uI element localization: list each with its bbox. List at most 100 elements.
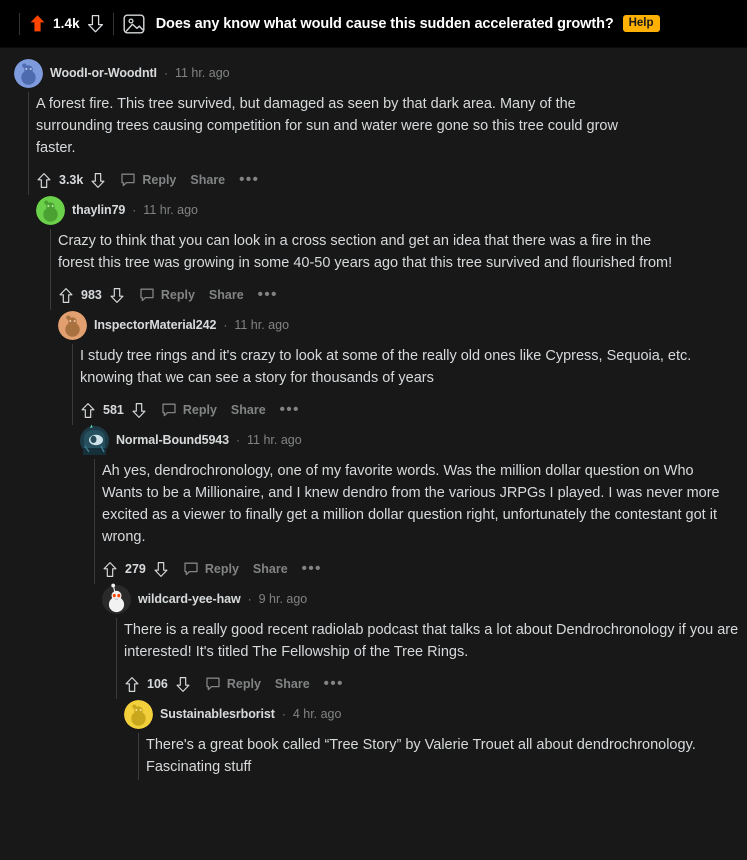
speech-bubble-icon xyxy=(139,287,155,303)
reply-button[interactable]: Reply xyxy=(205,676,261,692)
arrow-up-outline-icon[interactable] xyxy=(80,402,96,419)
comment-body: I study tree rings and it's crazy to loo… xyxy=(80,348,692,386)
post-vote-count: 1.4k xyxy=(53,16,80,31)
arrow-down-outline-icon[interactable] xyxy=(87,14,104,33)
comment-header: wildcard-yee-haw · 9 hr. ago xyxy=(102,583,747,614)
comment-score: 581 xyxy=(103,403,124,417)
share-button[interactable]: Share xyxy=(190,173,225,187)
comment-header: InspectorMaterial242 · 11 hr. ago xyxy=(58,310,747,340)
thread-line[interactable] xyxy=(138,733,139,780)
comment-timestamp: 11 hr. ago xyxy=(247,433,302,447)
speech-bubble-icon xyxy=(183,561,199,577)
meta-separator: · xyxy=(236,433,241,447)
speech-bubble-icon xyxy=(161,402,177,418)
share-label: Share xyxy=(208,288,244,302)
comment-timestamp: 11 hr. ago xyxy=(143,203,198,217)
comment-action-bar: 3.3k Reply Share ••• xyxy=(36,165,747,195)
reply-button[interactable]: Reply xyxy=(161,402,217,418)
share-button[interactable]: Share xyxy=(209,288,244,302)
comment-author[interactable]: InspectorMaterial242 xyxy=(94,318,216,332)
comment-action-bar: 983 Reply Share ••• xyxy=(58,280,747,310)
share-button[interactable]: Share xyxy=(275,677,310,691)
reply-label: Reply xyxy=(204,562,239,576)
meta-separator: · xyxy=(247,592,252,606)
comment-author[interactable]: WoodI-or-WoodntI xyxy=(50,66,157,80)
comment-timestamp: 11 hr. ago xyxy=(174,66,230,80)
post-flair-badge[interactable]: Help xyxy=(622,15,660,32)
share-label: Share xyxy=(190,173,226,187)
comment-score: 3.3k xyxy=(59,173,84,187)
thread-line[interactable] xyxy=(28,92,29,195)
comment-body: There's a great book called “Tree Story”… xyxy=(146,737,696,775)
arrow-down-outline-icon[interactable] xyxy=(109,287,125,304)
comment-author[interactable]: thaylin79 xyxy=(72,203,125,217)
thread-line[interactable] xyxy=(116,618,117,699)
reply-label: Reply xyxy=(226,677,261,691)
comment-header: WoodI-or-WoodntI · 11 hr. ago xyxy=(14,58,747,88)
post-header-bar: 1.4k Does any know what would cause this… xyxy=(0,0,747,48)
avatar[interactable] xyxy=(58,310,87,340)
comment-score: 983 xyxy=(81,288,102,302)
overflow-menu-button[interactable]: ••• xyxy=(258,287,278,302)
arrow-up-outline-icon[interactable] xyxy=(36,172,52,189)
comment-body: There is a really good recent radiolab p… xyxy=(124,622,739,660)
overflow-menu-button[interactable]: ••• xyxy=(280,402,300,417)
comment-children-depth-4: wildcard-yee-haw · 9 hr. ago There is a … xyxy=(102,583,747,780)
meta-separator: · xyxy=(281,707,286,721)
comment-body: Crazy to think that you can look in a cr… xyxy=(58,233,673,271)
arrow-up-filled-icon[interactable] xyxy=(29,14,46,33)
arrow-up-outline-icon[interactable] xyxy=(124,676,140,693)
arrow-down-outline-icon[interactable] xyxy=(131,402,147,419)
comment-score: 106 xyxy=(147,677,168,691)
comment-children-depth-2: InspectorMaterial242 · 11 hr. ago I stud… xyxy=(58,310,747,780)
comment-children-depth-5: Sustainablesrborist · 4 hr. ago There's … xyxy=(124,699,747,780)
share-button[interactable]: Share xyxy=(231,403,266,417)
image-thumbnail-icon[interactable] xyxy=(123,13,145,35)
share-button[interactable]: Share xyxy=(253,562,288,576)
avatar[interactable] xyxy=(14,58,43,88)
comment-depth-0: WoodI-or-WoodntI · 11 hr. ago A forest f… xyxy=(14,58,747,195)
comment-depth-2: InspectorMaterial242 · 11 hr. ago I stud… xyxy=(58,310,747,425)
comment-author[interactable]: Sustainablesrborist xyxy=(160,707,275,721)
thread-line[interactable] xyxy=(72,344,73,425)
arrow-up-outline-icon[interactable] xyxy=(58,287,74,304)
arrow-down-outline-icon[interactable] xyxy=(175,676,191,693)
overflow-menu-button[interactable]: ••• xyxy=(302,561,322,576)
avatar[interactable] xyxy=(102,583,131,614)
thread-line[interactable] xyxy=(94,459,95,584)
header-divider-left xyxy=(19,12,20,35)
reply-button[interactable]: Reply xyxy=(183,561,239,577)
comment-body: A forest fire. This tree survived, but d… xyxy=(36,96,618,156)
comment-score: 279 xyxy=(125,562,146,576)
comment-depth-1: thaylin79 · 11 hr. ago Crazy to think th… xyxy=(36,195,747,310)
arrow-down-outline-icon[interactable] xyxy=(90,172,106,189)
avatar[interactable] xyxy=(80,424,109,455)
speech-bubble-icon xyxy=(205,676,221,692)
comment-children-depth-1: thaylin79 · 11 hr. ago Crazy to think th… xyxy=(36,195,747,780)
share-label: Share xyxy=(252,562,288,576)
comment-header: thaylin79 · 11 hr. ago xyxy=(36,195,747,225)
avatar[interactable] xyxy=(36,195,65,225)
speech-bubble-icon xyxy=(120,172,136,188)
thread-line[interactable] xyxy=(50,229,51,310)
comment-depth-4: wildcard-yee-haw · 9 hr. ago There is a … xyxy=(102,583,747,699)
avatar[interactable] xyxy=(124,699,153,729)
arrow-up-outline-icon[interactable] xyxy=(102,561,118,578)
comment-action-bar: 279 Reply Share ••• xyxy=(102,554,747,584)
comment-timestamp: 4 hr. ago xyxy=(292,707,342,721)
comment-action-bar: 581 Reply Share ••• xyxy=(80,395,747,425)
comment-thread: WoodI-or-WoodntI · 11 hr. ago A forest f… xyxy=(0,48,747,860)
overflow-menu-button[interactable]: ••• xyxy=(239,172,259,187)
comment-author[interactable]: wildcard-yee-haw xyxy=(138,592,241,606)
meta-separator: · xyxy=(163,66,168,80)
reply-button[interactable]: Reply xyxy=(139,287,195,303)
post-vote-group: 1.4k xyxy=(29,14,104,33)
comment-timestamp: 11 hr. ago xyxy=(234,318,290,332)
comment-author[interactable]: Normal-Bound5943 xyxy=(116,433,229,447)
overflow-menu-button[interactable]: ••• xyxy=(324,676,344,691)
reply-button[interactable]: Reply xyxy=(120,172,176,188)
comment-depth-3: Normal-Bound5943 · 11 hr. ago Ah yes, de… xyxy=(80,424,747,584)
arrow-down-outline-icon[interactable] xyxy=(153,561,169,578)
post-title[interactable]: Does any know what would cause this sudd… xyxy=(156,16,614,32)
reply-label: Reply xyxy=(160,288,195,302)
